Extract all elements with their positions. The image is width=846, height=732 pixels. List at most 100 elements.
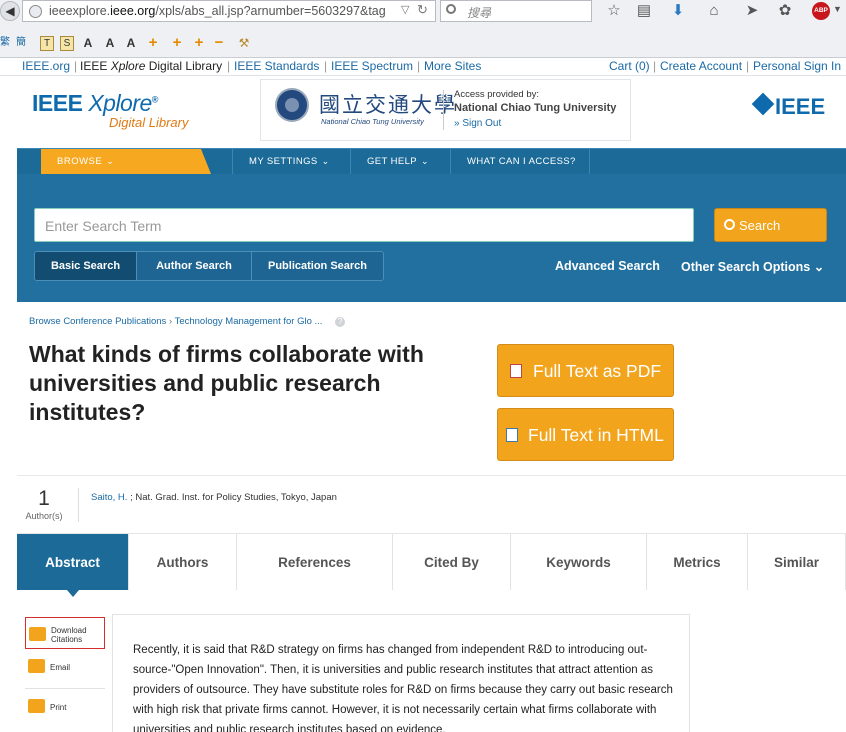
access-institution: National Chiao Tung University: [454, 102, 617, 114]
institution-access-box: 國立交通大學 National Chiao Tung University Ac…: [260, 79, 631, 141]
font-a-icon[interactable]: A: [80, 34, 96, 52]
back-button[interactable]: ◀: [0, 1, 20, 21]
print-icon: [28, 699, 45, 713]
email-button[interactable]: Email: [25, 649, 105, 689]
breadcrumb-browse-conference[interactable]: Browse Conference Publications: [29, 316, 166, 327]
ieee-xplore-logo[interactable]: IEEE Xplore®: [32, 90, 158, 117]
link-ieee-org[interactable]: IEEE.org: [22, 59, 70, 73]
author-bar: 1 Author(s) Saito, H. ; Nat. Grad. Inst.…: [17, 475, 846, 533]
tab-references[interactable]: References: [237, 534, 393, 590]
access-label: Access provided by:: [454, 89, 540, 100]
university-name-chinese: 國立交通大學: [319, 93, 457, 117]
search-button[interactable]: Search: [714, 208, 827, 242]
minus-icon[interactable]: −: [212, 34, 226, 52]
article-tabs: Abstract Authors References Cited By Key…: [17, 533, 846, 597]
link-create-account[interactable]: Create Account: [660, 59, 742, 73]
download-arrow-icon[interactable]: ⬇: [668, 2, 688, 20]
chevron-down-icon: ⌄: [106, 156, 115, 166]
reload-icon[interactable]: ↻: [417, 2, 428, 18]
bookmark-star-icon[interactable]: ☆: [604, 2, 624, 20]
tab-author-search[interactable]: Author Search: [136, 252, 251, 280]
chevron-down-icon[interactable]: ▼: [833, 4, 842, 14]
browser-toolbar: ◀ ieeexplore.ieee.org/xpls/abs_all.jsp?a…: [0, 0, 846, 58]
html-icon: [506, 428, 518, 442]
extension-icon[interactable]: ✿: [775, 2, 795, 20]
search-panel: Enter Search Term Search Basic Search Au…: [17, 174, 846, 302]
tab-metrics[interactable]: Metrics: [647, 534, 748, 590]
tab-authors[interactable]: Authors: [129, 534, 237, 590]
sign-out-link[interactable]: » Sign Out: [454, 118, 501, 129]
nav-what-can-i-access[interactable]: WHAT CAN I ACCESS?: [450, 149, 590, 174]
address-bar[interactable]: ieeexplore.ieee.org/xpls/abs_all.jsp?arn…: [22, 0, 436, 22]
site-header: IEEE Xplore® Digital Library 國立交通大學 Nati…: [17, 76, 846, 148]
search-placeholder: 搜尋: [467, 6, 492, 20]
link-more-sites[interactable]: More Sites: [424, 59, 481, 73]
dropdown-icon[interactable]: ▽: [401, 3, 409, 16]
link-ieee-spectrum[interactable]: IEEE Spectrum: [331, 59, 413, 73]
author-name-link[interactable]: Saito, H.: [91, 492, 127, 503]
chevron-down-icon: ⌄: [321, 156, 330, 166]
main-nav: BROWSE ⌄ MY SETTINGS ⌄ GET HELP ⌄ WHAT CAN …: [17, 148, 846, 174]
nav-browse[interactable]: BROWSE ⌄: [41, 149, 211, 174]
adblock-icon[interactable]: ABP: [812, 2, 830, 20]
globe-icon: [29, 5, 42, 18]
search-type-tabs: Basic Search Author Search Publication S…: [34, 251, 384, 281]
chevron-down-icon: ⌄: [813, 260, 825, 274]
browser-search-input[interactable]: 搜尋: [440, 0, 592, 22]
home-icon[interactable]: ⌂: [704, 2, 724, 20]
add-t-icon[interactable]: +: [170, 34, 184, 52]
send-icon[interactable]: ➤: [742, 2, 762, 20]
divider: [78, 488, 79, 522]
tab-keywords[interactable]: Keywords: [511, 534, 647, 590]
tab-similar[interactable]: Similar: [748, 534, 846, 590]
traditional-icon[interactable]: 繁: [0, 34, 10, 52]
article-content: Browse Conference Publications › Technol…: [17, 302, 846, 732]
font-a-small-icon[interactable]: A: [102, 34, 118, 52]
breadcrumb: Browse Conference Publications › Technol…: [29, 316, 346, 327]
university-name-english: National Chiao Tung University: [321, 117, 424, 126]
tab-basic-search[interactable]: Basic Search: [35, 252, 136, 280]
search-icon: [724, 219, 735, 230]
print-button[interactable]: Print: [25, 689, 105, 729]
tools-icon[interactable]: ⚒: [236, 34, 252, 52]
tab-publication-search[interactable]: Publication Search: [251, 252, 383, 280]
simplified-icon[interactable]: 簡: [14, 34, 28, 52]
author-count: 1 Author(s): [25, 487, 63, 521]
article-title: What kinds of firms collaborate with uni…: [29, 341, 424, 425]
chevron-down-icon: ⌄: [421, 156, 429, 166]
article-tools-sidebar: Download Citations Email Print: [25, 617, 105, 729]
advanced-search-link[interactable]: Advanced Search: [555, 259, 660, 273]
full-text-pdf-button[interactable]: Full Text as PDF: [497, 344, 674, 397]
breadcrumb-publication[interactable]: Technology Management for Glo ...: [175, 316, 323, 327]
ieee-top-links: IEEE.org | IEEE Xplore Digital Library |…: [0, 58, 846, 76]
tab-abstract[interactable]: Abstract: [17, 534, 129, 597]
help-icon[interactable]: ?: [335, 317, 346, 327]
text-t-icon[interactable]: T: [40, 36, 54, 51]
reading-list-icon[interactable]: ▤: [634, 2, 654, 20]
abstract-panel: Recently, it is said that R&D strategy o…: [112, 614, 690, 732]
author-entry: Saito, H. ; Nat. Grad. Inst. for Policy …: [91, 492, 337, 503]
address-url: ieeexplore.ieee.org/xpls/abs_all.jsp?arn…: [49, 4, 386, 18]
font-a-large-icon[interactable]: A: [124, 34, 138, 52]
search-input[interactable]: Enter Search Term: [34, 208, 694, 242]
full-text-html-button[interactable]: Full Text in HTML: [497, 408, 674, 461]
add-s-icon[interactable]: +: [192, 34, 206, 52]
university-seal-icon: [275, 88, 309, 122]
tab-cited-by[interactable]: Cited By: [393, 534, 511, 590]
link-cart[interactable]: Cart (0): [609, 59, 650, 73]
search-icon: [446, 4, 456, 14]
text-s-icon[interactable]: S: [60, 36, 74, 51]
other-search-options[interactable]: Other Search Options ⌄: [681, 259, 824, 274]
link-ieee-standards[interactable]: IEEE Standards: [234, 59, 319, 73]
ieee-logo[interactable]: IEEE: [753, 94, 825, 120]
email-icon: [28, 659, 45, 673]
nav-my-settings[interactable]: MY SETTINGS ⌄: [232, 149, 350, 174]
download-citations-button[interactable]: Download Citations: [25, 617, 105, 649]
nav-get-help[interactable]: GET HELP ⌄: [350, 149, 450, 174]
download-icon: [29, 627, 46, 641]
link-personal-sign-in[interactable]: Personal Sign In: [753, 59, 841, 73]
link-ieee-xplore[interactable]: IEEE Xplore Digital Library: [80, 59, 222, 73]
add-icon[interactable]: +: [146, 34, 160, 52]
pdf-icon: [510, 364, 522, 378]
abstract-text: Recently, it is said that R&D strategy o…: [133, 644, 673, 732]
